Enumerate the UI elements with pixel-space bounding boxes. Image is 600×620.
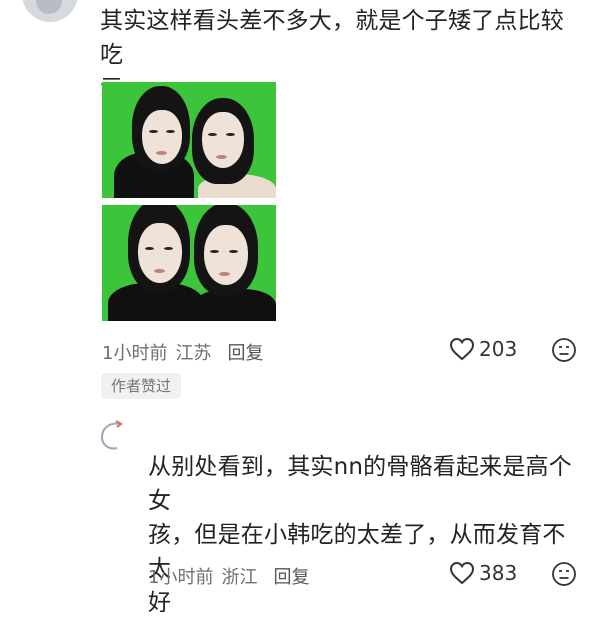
photo-eye xyxy=(229,250,238,253)
photo-eye xyxy=(145,247,154,250)
author-liked-badge: 作者赞过 xyxy=(101,373,182,399)
reply-button[interactable]: 回复 xyxy=(273,567,309,588)
comment-photo[interactable] xyxy=(102,205,276,321)
meh-face-icon[interactable] xyxy=(551,561,577,587)
photo-lips xyxy=(219,272,230,276)
photo-figure-face xyxy=(138,223,182,283)
photo-lips xyxy=(216,155,227,159)
meh-face-icon[interactable] xyxy=(551,337,577,363)
comment-location: 浙江 xyxy=(221,567,258,588)
commenter-avatar[interactable] xyxy=(22,0,78,22)
like-button[interactable]: 203 xyxy=(449,337,517,361)
photo-eye xyxy=(149,130,158,133)
comment-photo[interactable] xyxy=(102,82,276,198)
photo-eye xyxy=(164,247,173,250)
comment-location: 江苏 xyxy=(175,343,212,364)
photo-figure-face xyxy=(142,110,182,164)
comment-meta: 1小时前 江苏 回复 xyxy=(102,339,263,365)
heart-outline-icon xyxy=(449,561,475,585)
reply-button[interactable]: 回复 xyxy=(227,343,263,364)
photo-eye xyxy=(226,133,235,136)
like-button[interactable]: 383 xyxy=(449,561,517,585)
comment-text: 从别处看到，其实nn的骨骼看起来是高个女 孩，但是在小韩吃的太差了，从而发育不太… xyxy=(148,454,572,616)
photo-lips xyxy=(154,269,165,273)
like-count: 203 xyxy=(479,337,518,361)
heart-outline-icon xyxy=(449,337,475,361)
reply-avatar[interactable] xyxy=(96,418,132,454)
photo-eye xyxy=(166,130,175,133)
photo-figure-face xyxy=(202,112,244,168)
photo-eye xyxy=(208,133,217,136)
photo-eye xyxy=(210,250,219,253)
like-count: 383 xyxy=(479,561,518,585)
photo-figure-face xyxy=(204,225,248,285)
comment-time: 1小时前 xyxy=(148,567,214,588)
comment-meta: 1小时前 浙江 回复 xyxy=(148,563,309,589)
photo-lips xyxy=(156,151,167,155)
comment-time: 1小时前 xyxy=(102,343,168,364)
